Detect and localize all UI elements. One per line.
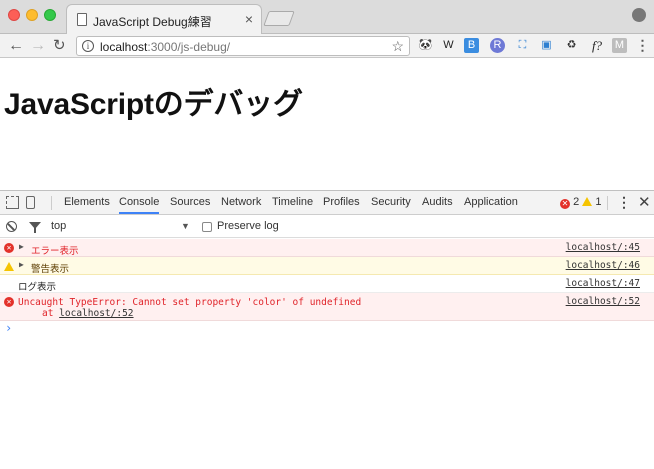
page-heading: JavaScriptのデバッグ — [4, 88, 303, 121]
console-message-log: ログ表示 localhost/:47 — [0, 275, 654, 293]
url-host: localhost — [100, 40, 148, 54]
maximize-window-button[interactable] — [44, 9, 56, 21]
tab-timeline[interactable]: Timeline — [272, 191, 313, 214]
menu-icon[interactable]: ⋮ — [635, 38, 650, 53]
stack-trace: at localhost/:52 — [42, 308, 134, 319]
preserve-log-label[interactable]: Preserve log — [217, 220, 279, 232]
message-text: Uncaught TypeError: Cannot set property … — [18, 297, 362, 308]
preserve-log-checkbox[interactable] — [202, 222, 212, 232]
url-text[interactable]: localhost:3000/js-debug/ — [100, 40, 230, 54]
stack-prefix: at — [42, 308, 60, 319]
devtools-tab-bar: Elements Console Sources Network Timeline Pro… — [0, 191, 654, 215]
warning-icon — [582, 197, 593, 206]
tab-profiles[interactable]: Profiles — [323, 191, 360, 214]
source-link[interactable]: localhost/:46 — [566, 260, 640, 271]
console-message-warning: ▶ 警告表示 localhost/:46 — [0, 257, 654, 275]
devtools-menu-icon[interactable]: ⋮ — [617, 194, 631, 211]
image-icon[interactable]: ▣ — [539, 38, 554, 53]
forward-button[interactable]: → — [30, 37, 46, 55]
error-icon: ✕ — [4, 297, 14, 307]
devtools-panel: Elements Console Sources Network Timeline Pro… — [0, 190, 654, 469]
source-link[interactable]: localhost/:47 — [566, 278, 640, 289]
address-bar[interactable]: i localhost:3000/js-debug/ ☆ — [76, 36, 410, 56]
r-icon[interactable]: R — [490, 38, 505, 53]
warning-count: 1 — [595, 196, 602, 208]
function-icon[interactable]: f? — [588, 38, 606, 53]
filter-icon[interactable] — [29, 222, 41, 233]
warning-icon — [4, 262, 14, 271]
devtools-close-icon[interactable]: ✕ — [638, 193, 651, 211]
m-icon[interactable]: M — [612, 38, 627, 53]
tab-application[interactable]: Application — [464, 191, 518, 214]
error-icon: ✕ — [4, 243, 14, 253]
console-prompt[interactable]: › — [5, 321, 12, 335]
browser-tab[interactable]: JavaScript Debug練習 × — [66, 4, 262, 34]
info-icon[interactable]: i — [82, 40, 94, 52]
close-window-button[interactable] — [8, 9, 20, 21]
tab-console[interactable]: Console — [119, 191, 160, 214]
divider — [51, 196, 52, 210]
b-icon[interactable]: B — [464, 38, 479, 53]
page-icon — [77, 13, 87, 26]
console-message-error: ✕ Uncaught TypeError: Cannot set property… — [0, 293, 654, 321]
source-link[interactable]: localhost/:52 — [566, 296, 640, 307]
message-text: エラー表示 — [31, 246, 79, 257]
browser-tab-bar: JavaScript Debug練習 × — [0, 0, 654, 34]
frame-icon[interactable]: ⛶ — [515, 38, 530, 53]
inspect-element-icon[interactable] — [6, 196, 19, 209]
panda-icon[interactable]: 🐼 — [418, 38, 433, 53]
expand-triangle-icon[interactable]: ▶ — [19, 260, 24, 269]
tab-elements[interactable]: Elements — [64, 191, 110, 214]
tab-network[interactable]: Network — [221, 191, 261, 214]
error-icon: ✕ — [560, 199, 570, 209]
reload-button[interactable]: ↻ — [53, 37, 66, 55]
back-button[interactable]: ← — [8, 37, 24, 55]
clear-console-icon[interactable] — [6, 221, 17, 232]
context-selector[interactable]: top — [51, 220, 66, 232]
minimize-window-button[interactable] — [26, 9, 38, 21]
tab-security[interactable]: Security — [371, 191, 411, 214]
divider — [607, 196, 608, 210]
recycle-icon[interactable]: ♻ — [564, 38, 579, 53]
error-count: 2 — [573, 196, 580, 208]
device-toolbar-icon[interactable] — [26, 196, 35, 209]
tab-close-icon[interactable]: × — [245, 11, 253, 27]
message-text: ログ表示 — [18, 282, 57, 293]
bookmark-star-icon[interactable]: ☆ — [391, 38, 404, 55]
new-tab-button[interactable] — [263, 11, 295, 26]
expand-triangle-icon[interactable]: ▶ — [19, 242, 24, 251]
tab-audits[interactable]: Audits — [422, 191, 453, 214]
chevron-down-icon[interactable]: ▼ — [181, 221, 190, 231]
message-text: 警告表示 — [31, 264, 70, 275]
url-path: :3000/js-debug/ — [147, 40, 231, 54]
profile-icon[interactable] — [632, 8, 646, 22]
console-message-error: ✕ ▶ エラー表示 localhost/:45 — [0, 239, 654, 257]
w-icon[interactable]: W — [441, 38, 456, 53]
tab-title: JavaScript Debug練習 — [93, 15, 212, 29]
source-link[interactable]: localhost/:45 — [566, 242, 640, 253]
browser-toolbar: ← → ↻ i localhost:3000/js-debug/ ☆ 🐼 W B R ⛶… — [0, 34, 654, 58]
console-toolbar: top ▼ Preserve log — [0, 216, 654, 238]
stack-source-link[interactable]: localhost/:52 — [59, 308, 133, 319]
issue-counter[interactable]: ✕ 2 1 — [560, 196, 601, 209]
tab-sources[interactable]: Sources — [170, 191, 210, 214]
